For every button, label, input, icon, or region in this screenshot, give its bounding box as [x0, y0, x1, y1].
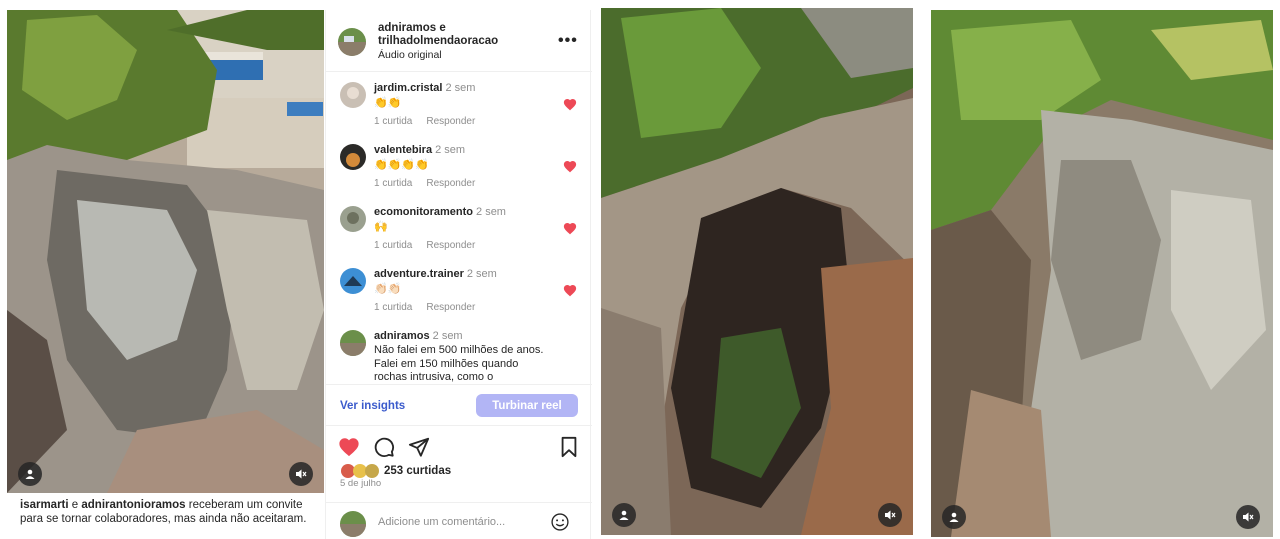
avatar-image: [340, 330, 366, 356]
user-tag-button[interactable]: [18, 462, 42, 486]
comment-item: ecomonitoramento 2 sem 🙌 1 curtida Respond…: [326, 206, 592, 262]
user-icon: [25, 469, 35, 479]
audio-label[interactable]: Áudio original: [378, 49, 442, 61]
add-comment-bar: Adicione um comentário...: [326, 502, 592, 539]
mute-icon: [1243, 512, 1254, 522]
comment-likes[interactable]: 1 curtida: [374, 240, 412, 251]
comment-text: 👏👏: [374, 97, 402, 109]
author-line-1: adniramos e: [378, 22, 446, 34]
reply-button[interactable]: Responder: [426, 178, 475, 189]
user-icon: [619, 510, 629, 520]
heart-icon[interactable]: [563, 98, 577, 111]
insights-bar: Ver insights Turbinar reel: [326, 384, 592, 426]
comment-meta: 1 curtida Responder: [374, 240, 489, 251]
post-authors[interactable]: adniramos e trilhadolmendaoracao: [378, 22, 498, 48]
comment-username[interactable]: ecomonitoramento 2 sem: [374, 206, 506, 218]
rock-photo-left: [7, 10, 324, 493]
avatar[interactable]: [338, 28, 366, 56]
boost-reel-button[interactable]: Turbinar reel: [476, 394, 578, 417]
caption-user-1[interactable]: isarmarti: [20, 499, 69, 511]
author-line-2: trilhadolmendaoracao: [378, 35, 499, 47]
emoji-icon[interactable]: [550, 512, 570, 532]
comment-avatar[interactable]: [340, 268, 366, 294]
comment-likes[interactable]: 1 curtida: [374, 178, 412, 189]
comment-item: adventure.trainer 2 sem 👏🏻👏🏻 1 curtida Res…: [326, 268, 592, 324]
liker-avatars: [341, 464, 379, 478]
user-icon: [949, 512, 959, 522]
comment-avatar[interactable]: [340, 330, 366, 356]
avatar-image: [340, 144, 366, 170]
post-actions: [326, 426, 592, 466]
comment-meta: 1 curtida Responder: [374, 116, 489, 127]
comment-text: Não falei em 500 milhões de anos. Falei …: [374, 344, 544, 383]
avatar-image: [340, 268, 366, 294]
comment-item: jardim.cristal 2 sem 👏👏 1 curtida Responde…: [326, 82, 592, 138]
video-frame-middle[interactable]: [601, 8, 913, 535]
more-options-button[interactable]: •••: [558, 32, 578, 50]
comment-avatar[interactable]: [340, 144, 366, 170]
comment-text: 🙌: [374, 221, 388, 233]
mute-button[interactable]: [289, 462, 313, 486]
avatar-image: [338, 28, 366, 56]
comment-item: valentebira 2 sem 👏👏👏👏 1 curtida Responder: [326, 144, 592, 200]
comment-text: 👏🏻👏🏻: [374, 283, 402, 295]
reply-button[interactable]: Responder: [426, 116, 475, 127]
comment-username[interactable]: jardim.cristal 2 sem: [374, 82, 475, 94]
caption-user-2[interactable]: adnirantonioramos: [81, 499, 185, 511]
reply-button[interactable]: Responder: [426, 302, 475, 313]
comments-list[interactable]: jardim.cristal 2 sem 👏👏 1 curtida Responde…: [326, 72, 592, 384]
post-header: adniramos e trilhadolmendaoracao Áudio o…: [326, 10, 592, 72]
post-date: 5 de julho: [340, 478, 382, 489]
avatar-image: [340, 511, 366, 537]
user-tag-button[interactable]: [942, 505, 966, 529]
likes-count[interactable]: 253 curtidas: [384, 465, 451, 477]
comment-icon[interactable]: [373, 436, 395, 458]
comment-username[interactable]: adniramos 2 sem: [374, 330, 463, 342]
user-tag-button[interactable]: [612, 503, 636, 527]
mute-icon: [296, 469, 307, 479]
heart-icon[interactable]: [338, 436, 360, 458]
bookmark-icon[interactable]: [558, 436, 580, 458]
comment-time: 2 sem: [466, 268, 497, 280]
comment-avatar[interactable]: [340, 206, 366, 232]
avatar-image: [340, 82, 366, 108]
reply-button[interactable]: Responder: [426, 240, 475, 251]
comment-meta: 1 curtida Responder: [374, 178, 489, 189]
mute-button[interactable]: [878, 503, 902, 527]
comment-avatar[interactable]: [340, 82, 366, 108]
comment-time: 2 sem: [435, 144, 466, 156]
mute-button[interactable]: [1236, 505, 1260, 529]
comment-likes[interactable]: 1 curtida: [374, 302, 412, 313]
screenshot-canvas: isarmarti e adnirantonioramos receberam …: [0, 0, 1280, 539]
heart-icon[interactable]: [563, 284, 577, 297]
avatar-image: [340, 206, 366, 232]
video-frame-right[interactable]: [931, 10, 1273, 537]
comment-username[interactable]: valentebira 2 sem: [374, 144, 465, 156]
mute-icon: [885, 510, 896, 520]
comment-input[interactable]: Adicione um comentário...: [378, 516, 505, 528]
instagram-post-panel: adniramos e trilhadolmendaoracao Áudio o…: [325, 10, 592, 539]
comment-meta: 1 curtida Responder: [374, 302, 489, 313]
heart-icon[interactable]: [563, 160, 577, 173]
comment-time: 2 sem: [432, 330, 463, 342]
comment-likes[interactable]: 1 curtida: [374, 116, 412, 127]
comment-item: adniramos 2 sem Não falei em 500 milhões …: [326, 330, 592, 384]
view-insights-link[interactable]: Ver insights: [340, 400, 405, 412]
share-icon[interactable]: [408, 436, 430, 458]
rock-photo-middle: [601, 8, 913, 535]
video-frame-left[interactable]: [7, 10, 324, 493]
comment-time: 2 sem: [445, 82, 476, 94]
comment-username[interactable]: adventure.trainer 2 sem: [374, 268, 497, 280]
heart-icon[interactable]: [563, 222, 577, 235]
collab-invite-caption: isarmarti e adnirantonioramos receberam …: [20, 498, 320, 526]
caption-joiner: e: [68, 499, 82, 511]
avatar: [340, 511, 366, 537]
comment-text: 👏👏👏👏: [374, 159, 429, 171]
comment-time: 2 sem: [476, 206, 506, 218]
rock-photo-right: [931, 10, 1273, 537]
